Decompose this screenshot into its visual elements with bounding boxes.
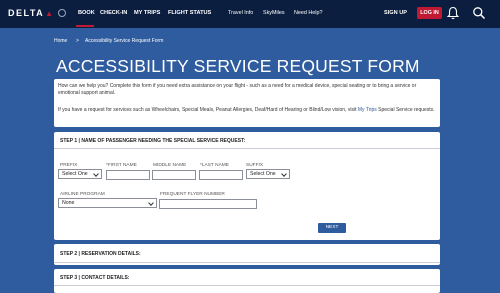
- breadcrumb-current: Accessibility Service Request Form: [85, 38, 164, 44]
- nav-my-trips[interactable]: MY TRIPS: [134, 10, 160, 16]
- bell-icon[interactable]: [447, 6, 459, 20]
- delta-logo[interactable]: DELTA▲: [8, 8, 66, 18]
- middle-name-label: MIDDLE NAME: [153, 163, 187, 168]
- page-title: ACCESSIBILITY SERVICE REQUEST FORM: [56, 56, 420, 76]
- step-2-heading: STEP 2 | RESERVATION DETAILS:: [60, 251, 141, 257]
- sign-up-link[interactable]: SIGN UP: [384, 10, 407, 16]
- top-nav: DELTA▲ BOOK CHECK-IN MY TRIPS FLIGHT STA…: [0, 0, 500, 28]
- suffix-label: SUFFIX: [246, 163, 264, 168]
- middle-name-input[interactable]: [152, 170, 196, 180]
- active-tab-indicator: [76, 25, 94, 27]
- prefix-label: PREFIX: [60, 163, 78, 168]
- step-1-heading: STEP 1 | NAME OF PASSENGER NEEDING THE S…: [60, 138, 246, 144]
- breadcrumb-separator: >: [76, 38, 79, 44]
- next-button[interactable]: NEXT: [318, 223, 346, 233]
- suffix-select[interactable]: Select One: [246, 169, 290, 179]
- step-1-card: STEP 1 | NAME OF PASSENGER NEEDING THE S…: [54, 132, 440, 240]
- step-3-card[interactable]: STEP 3 | CONTACT DETAILS:: [54, 269, 440, 293]
- nav-book[interactable]: BOOK: [78, 10, 95, 16]
- nav-check-in[interactable]: CHECK-IN: [100, 10, 127, 16]
- step-2-card[interactable]: STEP 2 | RESERVATION DETAILS:: [54, 244, 440, 265]
- frequent-flyer-input[interactable]: [159, 199, 257, 209]
- widget-logo-icon: ▲: [45, 9, 55, 18]
- intro-card: How can we help you? Complete this form …: [54, 79, 440, 127]
- airline-program-select[interactable]: None: [58, 198, 157, 208]
- nav-flight-status[interactable]: FLIGHT STATUS: [168, 10, 211, 16]
- last-name-input[interactable]: [199, 170, 243, 180]
- divider: [54, 285, 440, 286]
- first-name-label: *FIRST NAME: [106, 163, 137, 168]
- nav-need-help[interactable]: Need Help?: [294, 10, 322, 16]
- globe-icon[interactable]: [57, 9, 66, 17]
- first-name-input[interactable]: [106, 170, 150, 180]
- nav-skymiles[interactable]: SkyMiles: [263, 10, 285, 16]
- last-name-label: *LAST NAME: [200, 163, 229, 168]
- log-in-button[interactable]: LOG IN: [417, 7, 442, 19]
- nav-travel-info[interactable]: Travel Info: [228, 10, 253, 16]
- step-3-heading: STEP 3 | CONTACT DETAILS:: [60, 275, 130, 281]
- my-trips-link[interactable]: My Trips: [358, 107, 377, 113]
- breadcrumb-home[interactable]: Home: [54, 38, 67, 44]
- frequent-flyer-label: FREQUENT FLYER NUMBER: [160, 192, 225, 197]
- intro-text: How can we help you? Complete this form …: [58, 83, 417, 96]
- divider: [54, 262, 440, 263]
- intro-text-2: If you have a request for services such …: [58, 107, 435, 113]
- search-icon[interactable]: [472, 6, 486, 20]
- airline-program-label: AIRLINE PROGRAM: [60, 192, 105, 197]
- prefix-select[interactable]: Select One: [58, 169, 102, 179]
- divider: [54, 148, 440, 149]
